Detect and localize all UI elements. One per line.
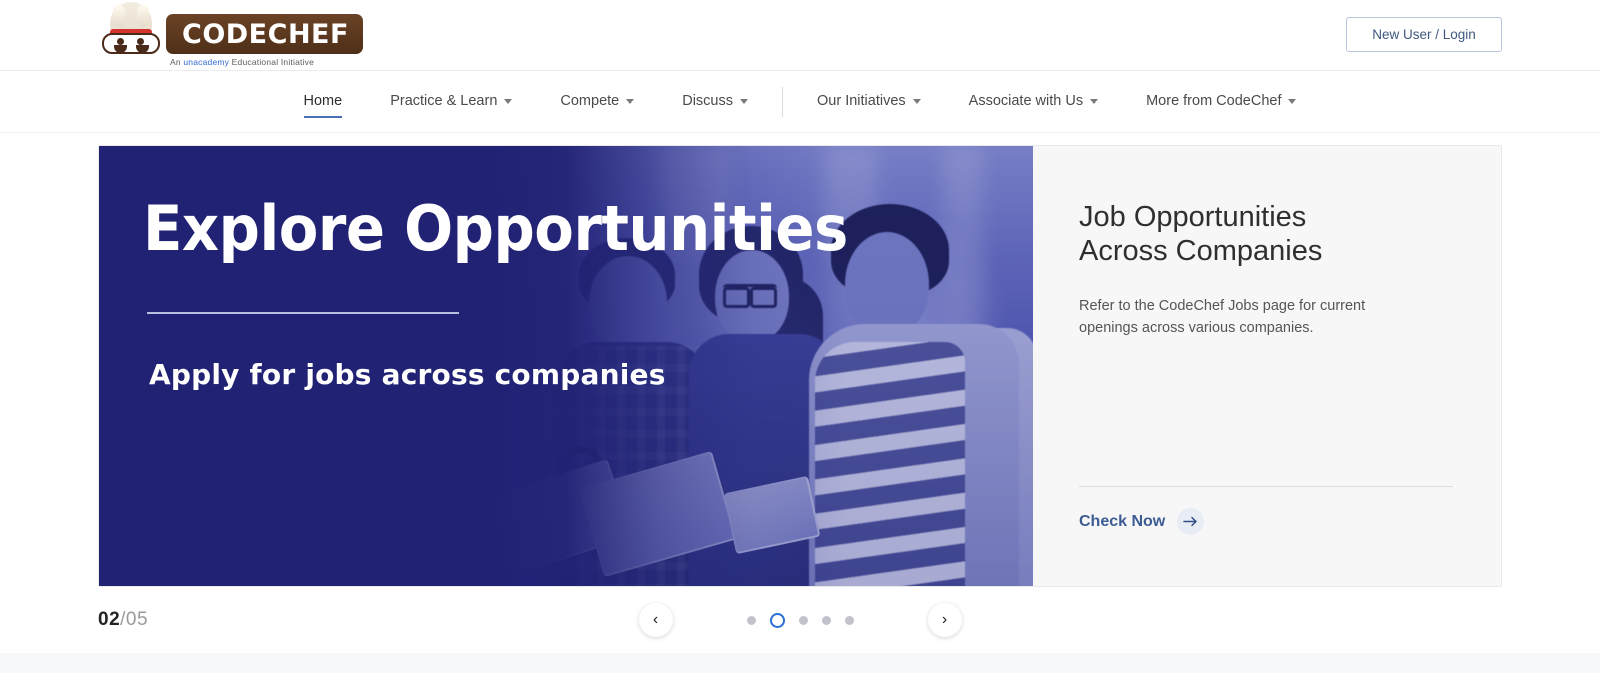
nav-label-our-initiatives: Our Initiatives: [817, 93, 906, 109]
nav-item-more-from-codechef[interactable]: More from CodeChef: [1146, 85, 1297, 118]
chef-eye-right: [137, 38, 144, 45]
tagline-prefix: An: [170, 57, 184, 67]
codechef-logo[interactable]: CODE CHEF An unacademy Educational Initia…: [98, 2, 363, 67]
nav-item-home[interactable]: Home: [303, 85, 343, 118]
nav-label-practice-learn: Practice & Learn: [390, 93, 498, 109]
logo-tagline: An unacademy Educational Initiative: [170, 57, 314, 67]
chevron-down-icon: [740, 98, 748, 104]
chevron-down-icon: [626, 98, 635, 104]
chevron-down-icon: [504, 98, 513, 104]
nav-item-practice-learn[interactable]: Practice & Learn: [390, 85, 513, 118]
arrow-right-icon: [1177, 508, 1205, 535]
hero-carousel-slide: Explore Opportunities Apply for jobs acr…: [98, 145, 1502, 587]
panel-divider: [1079, 486, 1453, 487]
carousel-dot-2[interactable]: [769, 612, 785, 628]
page-section-divider: [0, 653, 1600, 673]
chef-mascot-icon: [98, 2, 164, 54]
nav-label-more-from-codechef: More from CodeChef: [1146, 93, 1282, 109]
check-now-link[interactable]: Check Now: [1079, 508, 1205, 535]
chevron-down-icon: [912, 98, 921, 104]
carousel-prev-button[interactable]: ‹: [638, 603, 673, 637]
chef-hat-icon: [110, 2, 152, 32]
carousel-controls: 02/05 ‹ ›: [98, 587, 1502, 653]
carousel-center-controls: ‹ ›: [98, 603, 1502, 637]
hero-text-block: Explore Opportunities Apply for jobs acr…: [143, 192, 901, 392]
nav-item-our-initiatives[interactable]: Our Initiatives: [817, 85, 921, 118]
carousel-dot-4[interactable]: [821, 615, 831, 625]
top-header: CODE CHEF An unacademy Educational Initia…: [0, 0, 1600, 71]
logo-text-chef: CHEF: [267, 18, 349, 50]
carousel-dot-3[interactable]: [798, 615, 808, 625]
logo-row: CODE CHEF: [98, 2, 363, 54]
nav-label-compete: Compete: [560, 93, 620, 109]
logo-plate: CODE CHEF: [166, 14, 363, 54]
hero-area: Explore Opportunities Apply for jobs acr…: [0, 133, 1600, 587]
carousel-dot-5[interactable]: [844, 615, 854, 625]
nav-item-associate-with-us[interactable]: Associate with Us: [968, 85, 1099, 118]
hero-subtitle: Apply for jobs across companies: [149, 358, 666, 391]
hero-title-rule: [147, 312, 459, 314]
chef-eye-left: [117, 38, 124, 45]
chef-face-icon: [102, 33, 160, 54]
panel-title: Job Opportunities Across Companies: [1079, 201, 1323, 268]
carousel-dot-1[interactable]: [746, 615, 756, 625]
hero-info-panel: Job Opportunities Across Companies Refer…: [1033, 146, 1501, 586]
main-navigation: Home Practice & Learn Compete Discuss Ou…: [0, 71, 1600, 133]
nav-label-discuss: Discuss: [682, 93, 733, 109]
carousel-dots: [746, 612, 854, 628]
nav-item-discuss[interactable]: Discuss: [682, 85, 748, 118]
tagline-suffix: Educational Initiative: [229, 57, 315, 67]
chevron-down-icon: [1288, 98, 1297, 104]
check-now-label: Check Now: [1079, 512, 1166, 530]
chef-mustache-right: [136, 45, 149, 53]
chevron-down-icon: [1090, 98, 1099, 104]
hero-banner[interactable]: Explore Opportunities Apply for jobs acr…: [99, 146, 1033, 586]
tagline-brand: unacademy: [183, 57, 230, 67]
nav-label-home: Home: [303, 93, 343, 109]
nav-item-compete[interactable]: Compete: [560, 85, 635, 118]
nav-divider: [782, 86, 783, 117]
logo-text-code: CODE: [182, 18, 268, 50]
hero-title: Explore Opportunities: [143, 192, 848, 265]
nav-label-associate-with-us: Associate with Us: [968, 93, 1084, 109]
login-button[interactable]: New User / Login: [1346, 17, 1502, 52]
panel-description: Refer to the CodeChef Jobs page for curr…: [1079, 298, 1366, 337]
chef-mustache-left: [114, 45, 127, 53]
carousel-next-button[interactable]: ›: [927, 603, 962, 637]
